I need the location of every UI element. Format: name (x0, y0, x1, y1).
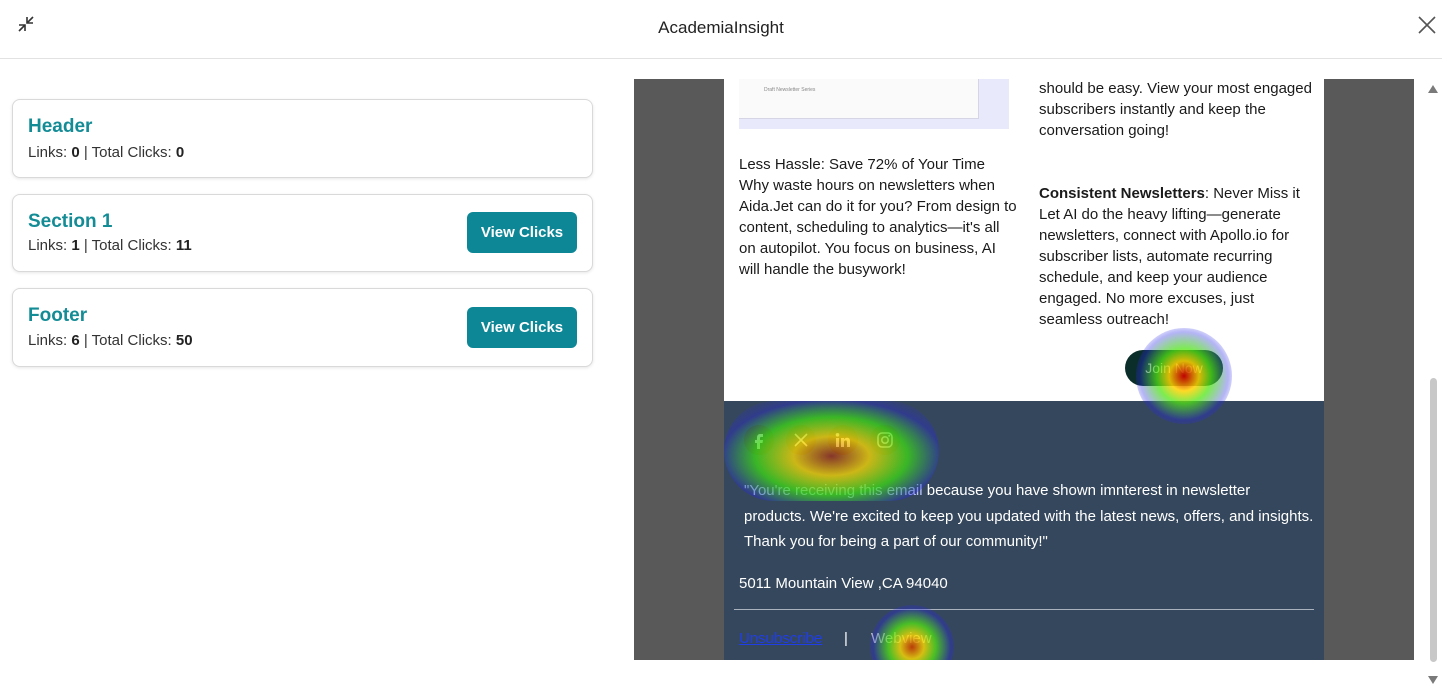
join-now-button[interactable]: Join Now (1125, 350, 1223, 386)
instagram-icon[interactable] (870, 425, 900, 455)
clicks-label: Total Clicks: (91, 237, 172, 254)
link-separator: | (844, 630, 848, 647)
x-icon[interactable] (786, 425, 816, 455)
scroll-thumb[interactable] (1430, 378, 1437, 662)
email-footer: "You're receiving this email because you… (724, 401, 1324, 660)
close-icon[interactable] (1417, 15, 1437, 35)
section-title: Footer (28, 305, 88, 326)
view-clicks-button[interactable]: View Clicks (467, 212, 577, 253)
footer-divider (734, 609, 1314, 610)
section-card-footer: Footer Links: 6 | Total Clicks: 50 View … (12, 288, 593, 367)
right-column-text: Consistent Newsletters: Never Miss it Le… (1039, 183, 1314, 330)
links-label: Links: (28, 144, 68, 161)
right-heading: Consistent Newsletters (1039, 185, 1205, 202)
email-preview: Draft Newsletter Series Less Hassle: Sav… (634, 79, 1414, 660)
section-stats: Links: 0 | Total Clicks: 0 (28, 144, 185, 161)
clicks-count: 0 (175, 144, 185, 161)
footer-message-highlight: "You're receiving this email (744, 482, 923, 499)
left-column-text: Less Hassle: Save 72% of Your Time Why w… (739, 156, 1017, 278)
email-body: Draft Newsletter Series Less Hassle: Sav… (724, 79, 1324, 660)
preview-scrollbar[interactable] (1426, 79, 1440, 690)
view-clicks-button[interactable]: View Clicks (467, 307, 577, 348)
section-stats: Links: 1 | Total Clicks: 11 (28, 237, 192, 254)
section-title: Section 1 (28, 211, 113, 232)
image-caption: Draft Newsletter Series (764, 87, 816, 93)
newsletter-image: Draft Newsletter Series (739, 79, 1009, 129)
section-title: Header (28, 116, 93, 137)
page-title: AcademiaInsight (658, 18, 784, 37)
links-label: Links: (28, 332, 68, 349)
section-card-header: Header Links: 0 | Total Clicks: 0 (12, 99, 593, 178)
footer-message: "You're receiving this email because you… (744, 478, 1314, 555)
section-stats: Links: 6 | Total Clicks: 50 (28, 332, 193, 349)
linkedin-icon[interactable] (828, 425, 858, 455)
section-card-section-1: Section 1 Links: 1 | Total Clicks: 11 Vi… (12, 194, 593, 272)
unsubscribe-link[interactable]: Unsubscribe (739, 630, 822, 647)
top-bar: AcademiaInsight (0, 0, 1442, 59)
right-column-top-text: should be easy. View your most engaged s… (1039, 80, 1312, 139)
links-count: 1 (71, 237, 80, 254)
clicks-label: Total Clicks: (91, 144, 172, 161)
links-count: 6 (71, 332, 80, 349)
scroll-up-icon[interactable] (1428, 85, 1438, 93)
clicks-count: 11 (175, 237, 192, 254)
links-count: 0 (71, 144, 80, 161)
facebook-icon[interactable] (744, 425, 774, 455)
clicks-count: 50 (175, 332, 193, 349)
scroll-down-icon[interactable] (1428, 676, 1438, 684)
clicks-label: Total Clicks: (91, 332, 172, 349)
right-body: : Never Miss it Let AI do the heavy lift… (1039, 185, 1300, 328)
footer-address: 5011 Mountain View ,CA 94040 (739, 575, 948, 592)
webview-link[interactable]: Webview (871, 630, 932, 647)
links-label: Links: (28, 237, 68, 254)
